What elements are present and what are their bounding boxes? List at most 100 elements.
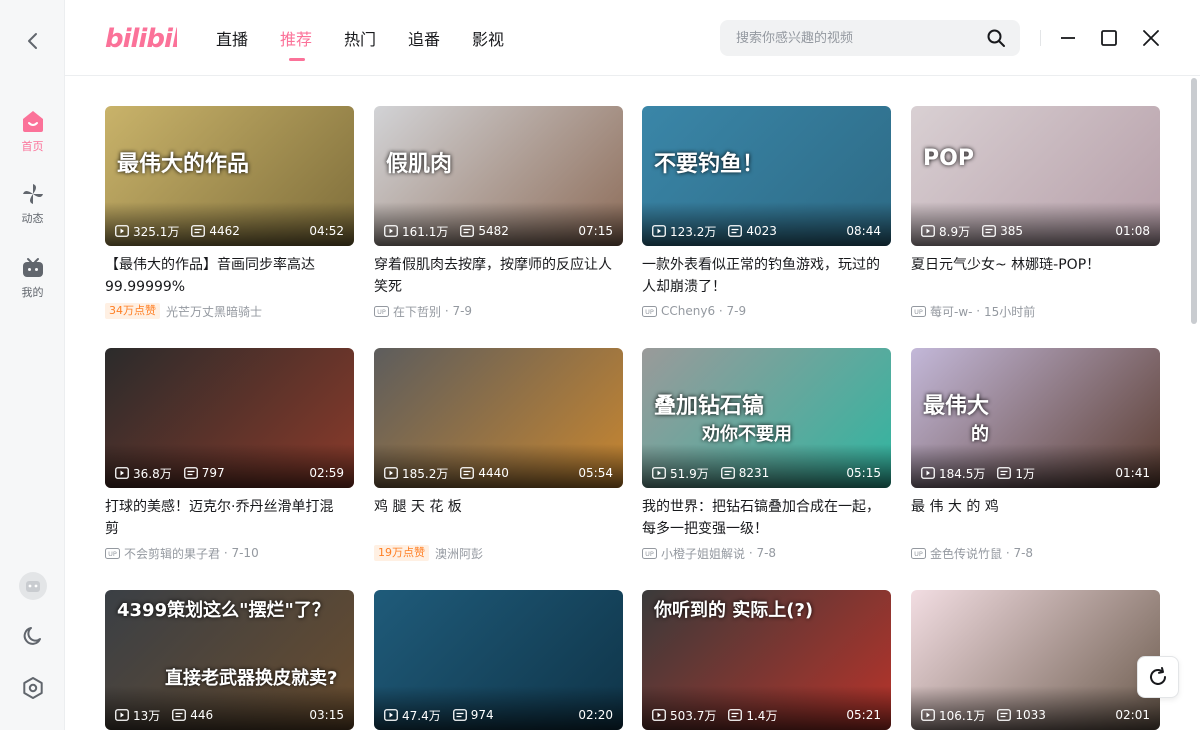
video-card[interactable]: 4399策划这么"摆烂"了？ 直接老武器换皮就卖? 13万 446 03:15: [105, 590, 354, 730]
tab-movies[interactable]: 影视: [472, 26, 536, 60]
video-thumbnail[interactable]: 4399策划这么"摆烂"了？ 直接老武器换皮就卖? 13万 446 03:15: [105, 590, 354, 730]
tab-anime[interactable]: 追番: [408, 26, 472, 60]
nav-tabs: 直播 推荐 热门 追番 影视: [216, 26, 536, 61]
video-title[interactable]: 一款外表看似正常的钓鱼游戏，玩过的人却崩溃了！: [642, 254, 882, 298]
video-thumbnail[interactable]: 47.4万 974 02:20: [374, 590, 623, 730]
tab-recommend[interactable]: 推荐: [280, 26, 344, 61]
danmaku-icon: [460, 225, 475, 237]
thumbnail-caption-secondary: 的: [971, 424, 989, 445]
video-thumbnail[interactable]: 假肌肉 161.1万 5482 07:15: [374, 106, 623, 246]
minimize-icon: [1061, 37, 1075, 39]
close-button[interactable]: [1139, 26, 1163, 50]
theme-toggle[interactable]: [0, 624, 65, 648]
video-thumbnail[interactable]: 不要钓鱼！ 123.2万 4023 08:44: [642, 106, 891, 246]
video-thumbnail[interactable]: 106.1万 1033 02:01: [911, 590, 1160, 730]
video-card[interactable]: 叠加钻石镐 劝你不要用 51.9万 8231 05:15 我的世界：把钻石镐叠加合成在一起…: [642, 348, 891, 562]
video-card[interactable]: POP 8.9万 385 01:08 夏日元气少女~ 林娜琏-POP！ UP 莓可-w- ·…: [911, 106, 1160, 320]
video-card[interactable]: 185.2万 4440 05:54 鸡 腿 天 花 板 19万点赞 澳洲阿彭: [374, 348, 623, 562]
play-icon: [652, 225, 666, 237]
maximize-icon: [1101, 30, 1117, 46]
sidebar-item-dynamic[interactable]: 动态: [0, 182, 65, 226]
danmaku-count: 797: [183, 466, 225, 480]
danmaku-count: 1033: [997, 708, 1046, 722]
video-card[interactable]: 假肌肉 161.1万 5482 07:15 穿着假肌肉去按摩，按摩师的反应让人笑死 UP 在…: [374, 106, 623, 320]
play-icon: [921, 225, 935, 237]
thumbnail-caption: 你听到的 实际上(?): [654, 600, 814, 621]
video-thumbnail[interactable]: POP 8.9万 385 01:08: [911, 106, 1160, 246]
thumbnail-caption: 4399策划这么"摆烂"了？: [117, 600, 330, 621]
video-thumbnail[interactable]: 你听到的 实际上(?) 503.7万 1.4万 05:21: [642, 590, 891, 730]
danmaku-icon: [452, 709, 467, 721]
bilibili-logo[interactable]: bilibili: [105, 20, 191, 54]
video-duration: 04:52: [309, 224, 344, 238]
play-icon: [652, 709, 666, 721]
video-title[interactable]: 我的世界：把钻石镐叠加合成在一起，每多一把变强一级！: [642, 496, 882, 540]
view-count: 8.9万: [921, 223, 970, 240]
refresh-button[interactable]: [1137, 656, 1179, 698]
search-input[interactable]: [736, 20, 976, 56]
video-title[interactable]: 最 伟 大 的 鸡: [911, 496, 1151, 540]
video-title[interactable]: 【最伟大的作品】音画同步率高达99.99999%: [105, 254, 345, 298]
video-thumbnail[interactable]: 185.2万 4440 05:54: [374, 348, 623, 488]
author-name[interactable]: 澳洲阿彭: [435, 545, 483, 562]
like-badge: 34万点赞: [105, 303, 160, 319]
back-button[interactable]: [20, 28, 46, 54]
video-title[interactable]: 夏日元气少女~ 林娜琏-POP！: [911, 254, 1151, 298]
settings-button[interactable]: [0, 676, 65, 700]
video-title[interactable]: 鸡 腿 天 花 板: [374, 496, 614, 540]
video-thumbnail[interactable]: 最伟大的 184.5万 1万 01:41: [911, 348, 1160, 488]
tab-popular[interactable]: 热门: [344, 26, 408, 60]
play-icon: [921, 467, 935, 479]
author-name[interactable]: 金色传说竹鼠: [930, 545, 1002, 562]
search-icon[interactable]: [986, 28, 1006, 48]
view-count: 106.1万: [921, 707, 985, 724]
author-name[interactable]: 小橙子姐姐解说: [661, 545, 745, 562]
video-meta: UP 在下哲别 · 7-9: [374, 302, 623, 320]
author-name[interactable]: 不会剪辑的果子君: [124, 545, 220, 562]
video-thumbnail[interactable]: 叠加钻石镐 劝你不要用 51.9万 8231 05:15: [642, 348, 891, 488]
video-card[interactable]: 47.4万 974 02:20: [374, 590, 623, 730]
sidebar-item-mine[interactable]: 我的: [0, 256, 65, 300]
up-icon: UP: [911, 305, 926, 317]
view-count: 13万: [115, 707, 160, 724]
video-card[interactable]: 106.1万 1033 02:01: [911, 590, 1160, 730]
view-count: 161.1万: [384, 223, 448, 240]
meta-dot: ·: [972, 304, 984, 318]
tab-live[interactable]: 直播: [216, 26, 280, 60]
scrollbar[interactable]: [1191, 78, 1197, 324]
sidebar-item-label: 动态: [21, 212, 44, 225]
search-box: [720, 20, 1020, 56]
video-duration: 01:41: [1115, 466, 1150, 480]
video-stats: 185.2万 4440 05:54: [384, 465, 613, 481]
up-icon: UP: [911, 547, 926, 559]
thumbnail-caption: 最伟大: [923, 394, 990, 419]
maximize-button[interactable]: [1097, 26, 1121, 50]
author-name[interactable]: 莓可-w-: [930, 303, 972, 320]
avatar[interactable]: [0, 572, 65, 600]
author-name[interactable]: CCheny6: [661, 304, 715, 318]
video-stats: 106.1万 1033 02:01: [921, 707, 1150, 723]
video-duration: 05:15: [846, 466, 881, 480]
publish-date: 7-8: [1013, 546, 1034, 560]
danmaku-count: 446: [172, 708, 213, 722]
author-name[interactable]: 光芒万丈黑暗骑士: [166, 303, 262, 320]
svg-text:UP: UP: [645, 550, 654, 558]
play-icon: [921, 709, 935, 721]
video-thumbnail[interactable]: 36.8万 797 02:59: [105, 348, 354, 488]
sidebar-item-home[interactable]: 首页: [0, 108, 65, 154]
video-card[interactable]: 最伟大的 184.5万 1万 01:41 最 伟 大 的 鸡 UP 金色传说竹鼠 · 7-8: [911, 348, 1160, 562]
view-count: 503.7万: [652, 707, 716, 724]
video-card[interactable]: 你听到的 实际上(?) 503.7万 1.4万 05:21: [642, 590, 891, 730]
video-card[interactable]: 36.8万 797 02:59 打球的美感！迈克尔·乔丹丝滑单打混剪 UP 不会剪辑的果子…: [105, 348, 354, 562]
video-card[interactable]: 不要钓鱼！ 123.2万 4023 08:44 一款外表看似正常的钓鱼游戏，玩过的人却崩…: [642, 106, 891, 320]
video-thumbnail[interactable]: 最伟大的作品 325.1万 4462 04:52: [105, 106, 354, 246]
video-title[interactable]: 穿着假肌肉去按摩，按摩师的反应让人笑死: [374, 254, 614, 298]
video-title[interactable]: 打球的美感！迈克尔·乔丹丝滑单打混剪: [105, 496, 345, 540]
danmaku-icon: [720, 467, 735, 479]
danmaku-count: 1万: [997, 465, 1035, 482]
author-name[interactable]: 在下哲别: [393, 303, 441, 320]
video-card[interactable]: 最伟大的作品 325.1万 4462 04:52 【最伟大的作品】音画同步率高达99.9…: [105, 106, 354, 320]
svg-text:UP: UP: [914, 308, 923, 316]
minimize-button[interactable]: [1056, 26, 1080, 50]
svg-text:UP: UP: [645, 308, 654, 316]
